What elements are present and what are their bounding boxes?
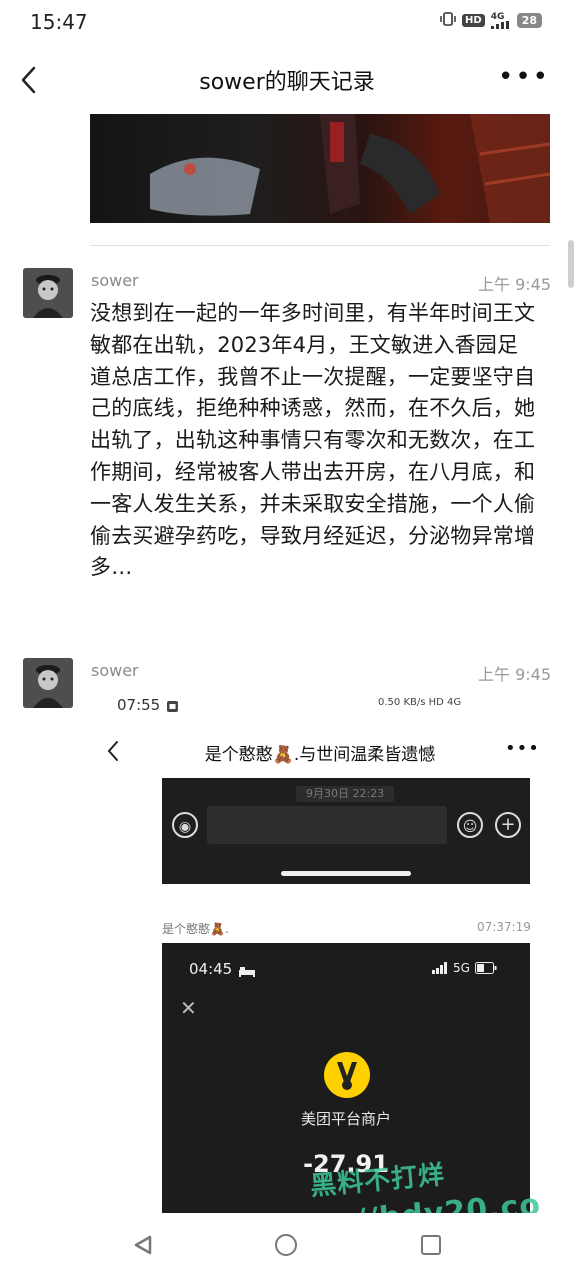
emoji-icon[interactable]: ☺: [457, 812, 483, 838]
avatar[interactable]: [23, 268, 73, 318]
embedded-home-indicator: [281, 871, 411, 876]
embedded-status-time: 07:55: [117, 696, 161, 714]
vibrate-icon: [440, 12, 456, 29]
message-time: 上午 9:45: [478, 665, 552, 684]
page-title: sower的聊天记录: [199, 70, 375, 95]
scrollbar-thumb[interactable]: [568, 240, 574, 288]
message-text: 没想到在一起的一年多时间里，有半年时间王文敏都在出轨，2023年4月，王文敏进入…: [90, 301, 536, 580]
forwarded-time: 07:37:19: [477, 920, 531, 934]
nav-back-icon[interactable]: [132, 1234, 154, 1260]
voice-icon[interactable]: ◉: [172, 812, 198, 838]
status-icons: HD 4G 28: [440, 12, 542, 29]
embedded-status-icons: 0.50 KB/s HD 4G: [378, 697, 462, 708]
embedded-text-input[interactable]: [207, 806, 447, 844]
status-time: 15:47: [30, 10, 88, 34]
battery-icon: 28: [516, 13, 542, 28]
plus-icon[interactable]: +: [495, 812, 521, 838]
embedded-notification-icon: [166, 698, 179, 717]
embedded-chat-title: 是个憨憨🧸.与世间温柔皆遗憾: [204, 745, 436, 765]
merchant-logo-icon: [324, 1052, 370, 1098]
avatar[interactable]: [23, 658, 73, 708]
embedded-timestamp-chip: 9月30日 22:23: [296, 786, 395, 802]
payment-network-label: 5G: [453, 961, 470, 975]
embedded-more-icon[interactable]: •••: [505, 738, 540, 759]
previous-message-photo[interactable]: [90, 114, 550, 223]
more-options-button[interactable]: •••: [498, 62, 550, 92]
merchant-name: 美团平台商户: [300, 1110, 391, 1128]
network-indicator: 4G: [490, 12, 511, 29]
close-icon[interactable]: ✕: [180, 996, 197, 1020]
embedded-back-icon[interactable]: [104, 738, 124, 764]
payment-status-time: 04:45: [189, 960, 233, 978]
message-time: 上午 9:45: [478, 275, 552, 294]
message-divider: [90, 245, 550, 246]
nav-recents-icon[interactable]: [421, 1235, 441, 1255]
bed-icon: [239, 962, 255, 981]
nav-home-icon[interactable]: [275, 1234, 297, 1256]
forwarded-sender: 是个憨憨🧸.: [162, 922, 229, 936]
sender-name: sower: [91, 661, 139, 680]
sender-name: sower: [91, 271, 139, 290]
payment-network-status: 5G: [432, 961, 497, 975]
hd-icon: HD: [462, 14, 485, 27]
